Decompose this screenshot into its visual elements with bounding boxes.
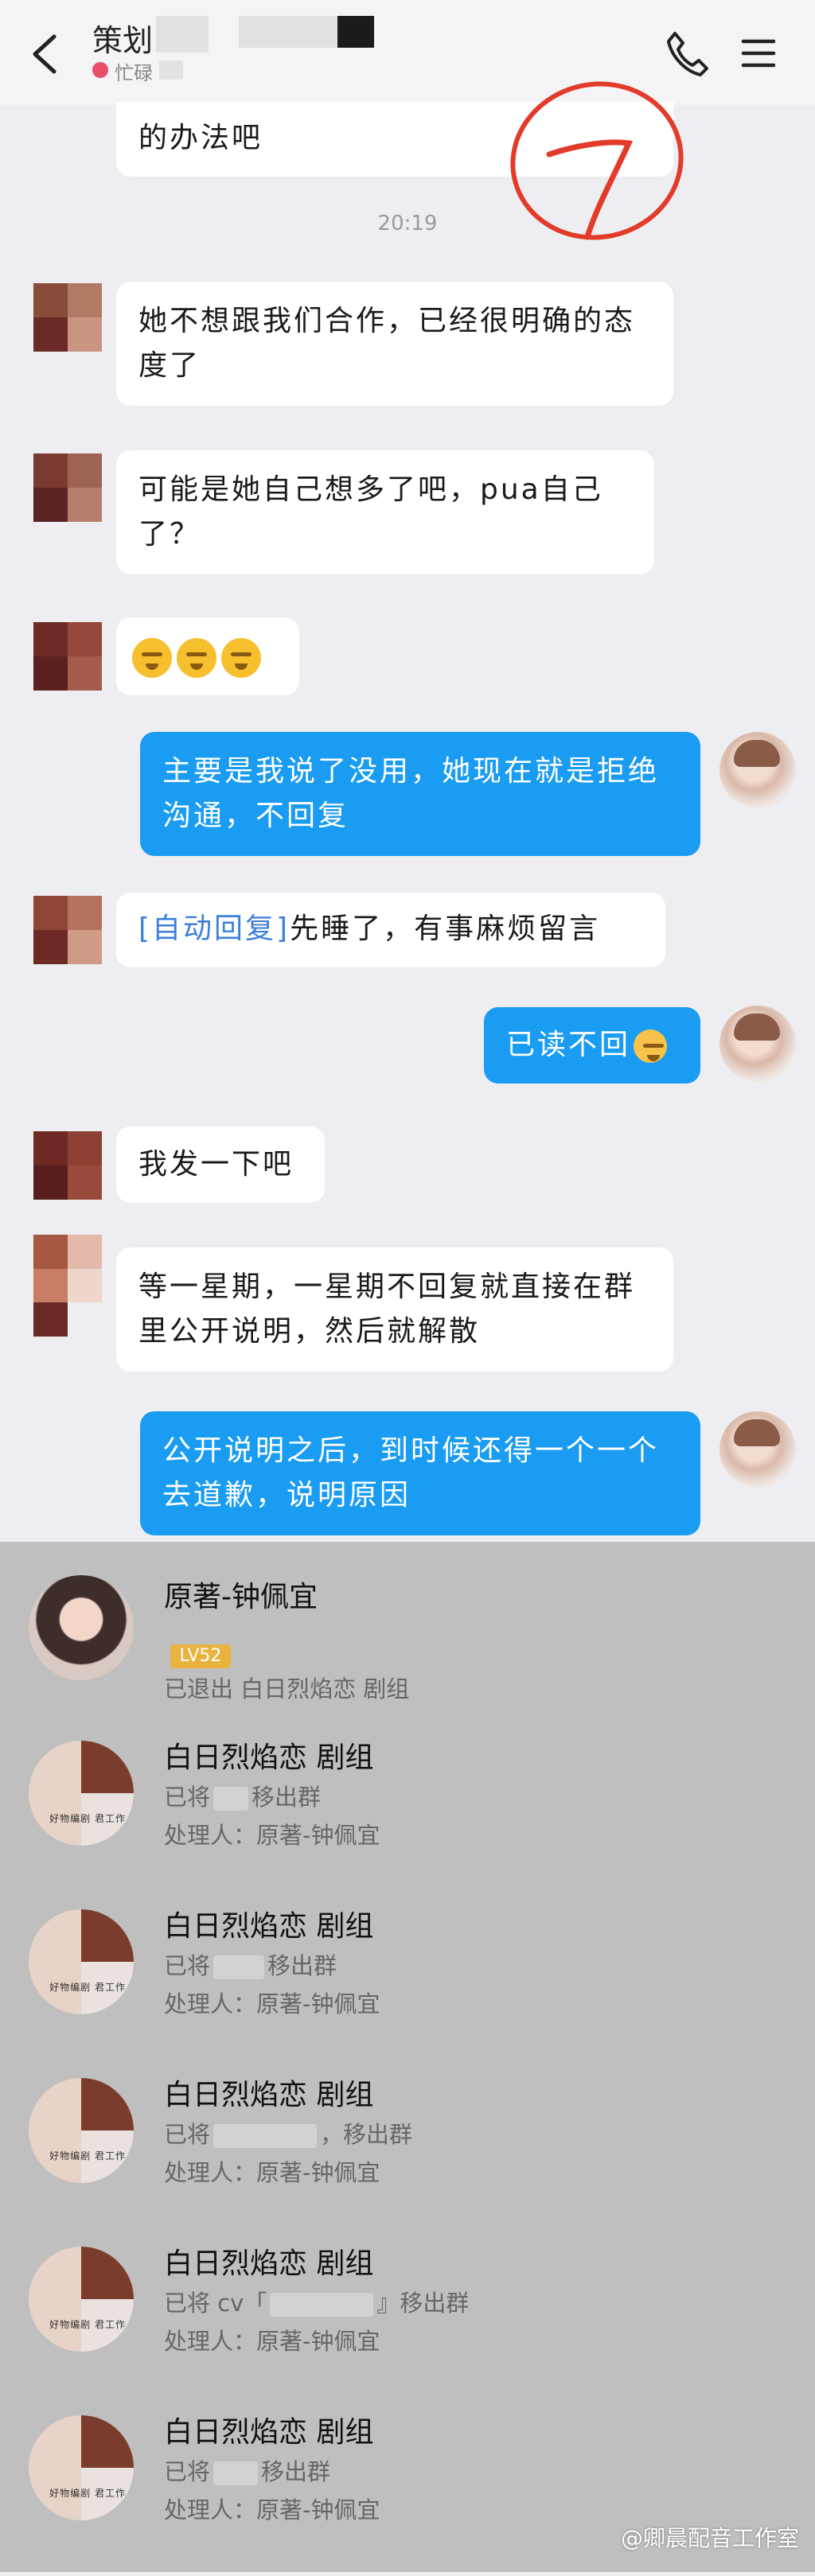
notification-item[interactable]: 原著-钟佩宜 LV52 已退出 白日烈焰恋 剧组 [0,1566,815,1733]
group-avatar: 好物编剧 君工作 [29,2078,134,2183]
handler-text: 处理人：原著-钟佩宜 [164,1990,380,2018]
hmph-face-icon [132,638,172,678]
message-text: 公开说明之后，到时候还得一个一个去道歉，说明原因 [162,1434,660,1512]
chat-header: 策划 忙碌 [0,0,815,105]
contact-avatar[interactable] [33,283,102,352]
message-text: 已读不回 [506,1029,631,1061]
group-avatar: 好物编剧 君工作 [29,2247,134,2352]
message-bubble: 等一星期，一星期不回复就直接在群里公开说明，然后就解散 [116,1247,673,1372]
chat-title: 策划 [92,23,154,58]
notification-text: 已将 移出群 [164,2458,331,2485]
redacted-name [239,16,337,48]
handler-text: 处理人：原著-钟佩宜 [164,2159,380,2186]
smile-face-icon [634,1029,668,1063]
notification-item[interactable]: 好物编剧 君工作 白日烈焰恋 剧组 已将 cv「 』移出群 处理人：原著-钟佩宜 [0,2240,815,2407]
message-text: 主要是我说了没用，她现在就是拒绝沟通，不回复 [162,755,660,832]
my-avatar[interactable] [719,1006,796,1082]
notification-title: 原著-钟佩宜 [164,1581,318,1613]
contact-avatar[interactable] [33,1235,102,1337]
notification-text: 已退出 白日烈焰恋 剧组 [164,1675,410,1702]
menu-icon[interactable] [740,35,777,72]
hmph-face-icon [177,638,216,678]
back-arrow-icon[interactable] [27,32,62,76]
group-avatar: 好物编剧 君工作 [29,1909,134,2014]
redacted-name [156,16,209,53]
notification-text: 已将 ，移出群 [164,2121,413,2148]
handler-text: 处理人：原著-钟佩宜 [164,2328,380,2355]
notification-text: 已将 移出群 [164,1784,322,1811]
emoji-bubble [116,617,299,695]
group-notification-list: 原著-钟佩宜 LV52 已退出 白日烈焰恋 剧组 好物编剧 君工作 白日烈焰恋 … [0,1542,815,2572]
message-text: 等一星期，一星期不回复就直接在群里公开说明，然后就解散 [138,1270,636,1348]
message-text: 先睡了，有事麻烦留言 [290,912,601,945]
status-text: 忙碌 [115,62,153,84]
notification-title: 白日烈焰恋 剧组 [164,2416,374,2449]
contact-avatar[interactable] [33,1131,102,1200]
hmph-face-icon [221,638,261,678]
my-message-bubble: 主要是我说了没用，她现在就是拒绝沟通，不回复 [140,732,700,856]
message-text: 我发一下吧 [138,1148,294,1181]
handler-text: 处理人：原著-钟佩宜 [164,1822,380,1849]
message-bubble: [自动回复]先睡了，有事麻烦留言 [116,893,665,967]
redacted-name [213,1787,249,1811]
message-bubble: 可能是她自己想多了吧，pua自己了？ [116,450,654,574]
notification-title: 白日烈焰恋 剧组 [164,2247,374,2280]
message-text: 她不想跟我们合作，已经很明确的态度了 [138,305,636,382]
notification-item[interactable]: 好物编剧 君工作 白日烈焰恋 剧组 已将 移出群 处理人：原著-钟佩宜 [0,1734,815,1901]
contact-avatar[interactable] [33,896,102,964]
notification-item[interactable]: 好物编剧 君工作 白日烈焰恋 剧组 已将 ，移出群 处理人：原著-钟佩宜 [0,2072,815,2239]
redacted-name [337,16,374,48]
message-timestamp: 20:19 [377,212,438,235]
message-text: 可能是她自己想多了吧，pua自己了？ [138,473,603,551]
notification-title: 白日烈焰恋 剧组 [164,2079,374,2111]
chat-panel: 策划 忙碌 的办法吧 20:19 她不想跟我们合作，已经很明确的态度了 可能是她… [0,0,815,1542]
my-message-bubble: 公开说明之后，到时候还得一个一个去道歉，说明原因 [140,1411,700,1535]
message-text: 的办法吧 [138,122,263,154]
contact-avatar[interactable] [33,453,102,522]
watermark: @卿晨配音工作室 [620,2525,799,2551]
message-bubble: 她不想跟我们合作，已经很明确的态度了 [116,282,673,406]
redacted-name [213,1955,265,1979]
group-avatar: 好物编剧 君工作 [29,2415,134,2520]
notification-text: 已将 cv「 』移出群 [164,2290,470,2317]
group-avatar: 好物编剧 君工作 [29,1741,134,1846]
redacted-status [159,60,183,80]
contact-avatar[interactable] [33,622,102,691]
my-avatar[interactable] [719,1411,796,1488]
my-message-bubble: 已读不回 [484,1007,700,1084]
auto-reply-tag: [自动回复] [138,912,291,945]
busy-status-icon [92,62,108,78]
redacted-name [270,2293,374,2317]
my-avatar[interactable] [719,732,796,808]
user-avatar [29,1575,134,1680]
level-badge: LV52 [170,1644,231,1668]
notification-text: 已将 移出群 [164,1952,337,1979]
handler-text: 处理人：原著-钟佩宜 [164,2496,380,2523]
notification-title: 白日烈焰恋 剧组 [164,1910,374,1943]
notification-title: 白日烈焰恋 剧组 [164,1741,374,1774]
redacted-name [213,2124,318,2148]
message-bubble: 我发一下吧 [116,1127,325,1203]
redacted-name [213,2461,259,2485]
notification-item[interactable]: 好物编剧 君工作 白日烈焰恋 剧组 已将 移出群 处理人：原著-钟佩宜 [0,1903,815,2070]
